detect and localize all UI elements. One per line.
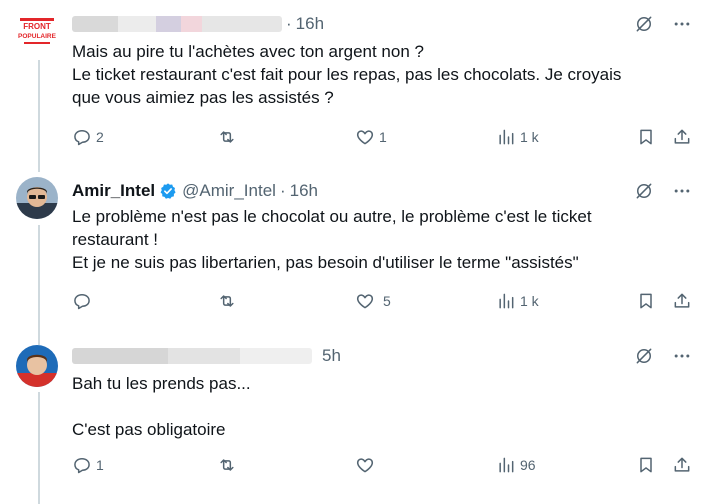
bookmark-icon: [640, 293, 652, 309]
tweet-top-actions: [634, 346, 692, 366]
retweet-button[interactable]: [217, 291, 241, 311]
reply-count: 2: [96, 129, 104, 145]
tweet-header: Amir_Intel @Amir_Intel · 16h: [72, 181, 318, 201]
tweet-actions: 1 96: [0, 455, 704, 481]
bookmark-button[interactable]: [636, 127, 656, 147]
views-icon: [499, 129, 514, 145]
svg-text:FRONT: FRONT: [23, 22, 51, 31]
retweet-button[interactable]: [217, 455, 241, 475]
like-icon: [356, 130, 374, 145]
views-count: 1 k: [520, 129, 539, 145]
share-button[interactable]: [672, 455, 692, 475]
more-icon[interactable]: [672, 14, 692, 34]
tweet-1[interactable]: FRONT POPULAIRE · 16h Mais au pire tu l'…: [0, 0, 704, 172]
tweet-top-actions: [634, 14, 692, 34]
reply-button[interactable]: 2: [72, 127, 104, 147]
like-count: 5: [383, 293, 391, 309]
tweet-text: Mais au pire tu l'achètes avec ton argen…: [72, 42, 622, 107]
views-button[interactable]: 96: [496, 455, 536, 475]
tweet-text: Bah tu les prends pas... C'est pas oblig…: [72, 374, 251, 439]
views-count: 96: [520, 457, 536, 473]
like-button[interactable]: [355, 455, 379, 475]
tweet-2[interactable]: Amir_Intel @Amir_Intel · 16h Le problème…: [0, 165, 704, 345]
avatar-image: [16, 345, 58, 387]
verified-icon: [160, 183, 176, 199]
thread-line: [38, 392, 40, 504]
reply-button[interactable]: [72, 291, 96, 311]
like-icon: [356, 294, 374, 309]
reply-icon: [74, 458, 90, 474]
reply-button[interactable]: 1: [72, 455, 104, 475]
share-icon: [674, 129, 690, 144]
share-button[interactable]: [672, 291, 692, 311]
grok-icon[interactable]: [634, 181, 654, 201]
reply-count: 1: [96, 457, 104, 473]
bookmark-icon: [640, 129, 652, 145]
redacted-name: [72, 16, 282, 32]
views-button[interactable]: 1 k: [496, 291, 539, 311]
display-name[interactable]: Amir_Intel: [72, 181, 155, 201]
avatar[interactable]: [16, 177, 58, 219]
retweet-button[interactable]: [217, 127, 241, 147]
like-button[interactable]: 1: [355, 127, 387, 147]
like-icon: [356, 458, 374, 473]
grok-icon[interactable]: [634, 346, 654, 366]
retweet-icon: [220, 459, 234, 471]
timestamp[interactable]: 5h: [322, 346, 341, 366]
views-icon: [499, 457, 514, 473]
tweet-actions: 2 1 1 k: [0, 127, 704, 153]
thread-line: [38, 60, 40, 172]
like-button[interactable]: 5: [355, 291, 391, 311]
separator-dot: ·: [286, 14, 292, 33]
timestamp[interactable]: 16h: [290, 181, 318, 201]
front-populaire-logo: FRONT POPULAIRE: [16, 12, 58, 54]
like-count: 1: [379, 129, 387, 145]
tweet-top-actions: [634, 181, 692, 201]
separator-dot: ·: [279, 181, 286, 200]
handle[interactable]: @Amir_Intel: [182, 181, 276, 201]
retweet-icon: [220, 131, 234, 143]
tweet-header: · 16h: [72, 14, 324, 34]
avatar[interactable]: FRONT POPULAIRE: [16, 12, 58, 54]
share-icon: [674, 293, 690, 308]
grok-icon[interactable]: [634, 14, 654, 34]
redacted-name: [72, 348, 312, 364]
timestamp[interactable]: 16h: [296, 14, 324, 34]
share-icon: [674, 457, 690, 472]
views-count: 1 k: [520, 293, 539, 309]
retweet-icon: [220, 295, 234, 307]
tweet-text: Le problème n'est pas le chocolat ou aut…: [72, 207, 592, 272]
thread-line: [38, 225, 40, 345]
reply-icon: [74, 130, 90, 146]
more-icon[interactable]: [672, 181, 692, 201]
avatar-image: [16, 177, 58, 219]
more-icon[interactable]: [672, 346, 692, 366]
views-icon: [499, 293, 514, 309]
tweet-actions: 5 1 k: [0, 291, 704, 317]
bookmark-button[interactable]: [636, 291, 656, 311]
bookmark-icon: [640, 457, 652, 473]
avatar[interactable]: [16, 345, 58, 387]
tweet-3[interactable]: 5h Bah tu les prends pas... C'est pas ob…: [0, 337, 704, 504]
reply-icon: [74, 294, 90, 310]
bookmark-button[interactable]: [636, 455, 656, 475]
svg-text:POPULAIRE: POPULAIRE: [18, 33, 57, 40]
share-button[interactable]: [672, 127, 692, 147]
tweet-header: 5h: [72, 346, 341, 366]
views-button[interactable]: 1 k: [496, 127, 539, 147]
